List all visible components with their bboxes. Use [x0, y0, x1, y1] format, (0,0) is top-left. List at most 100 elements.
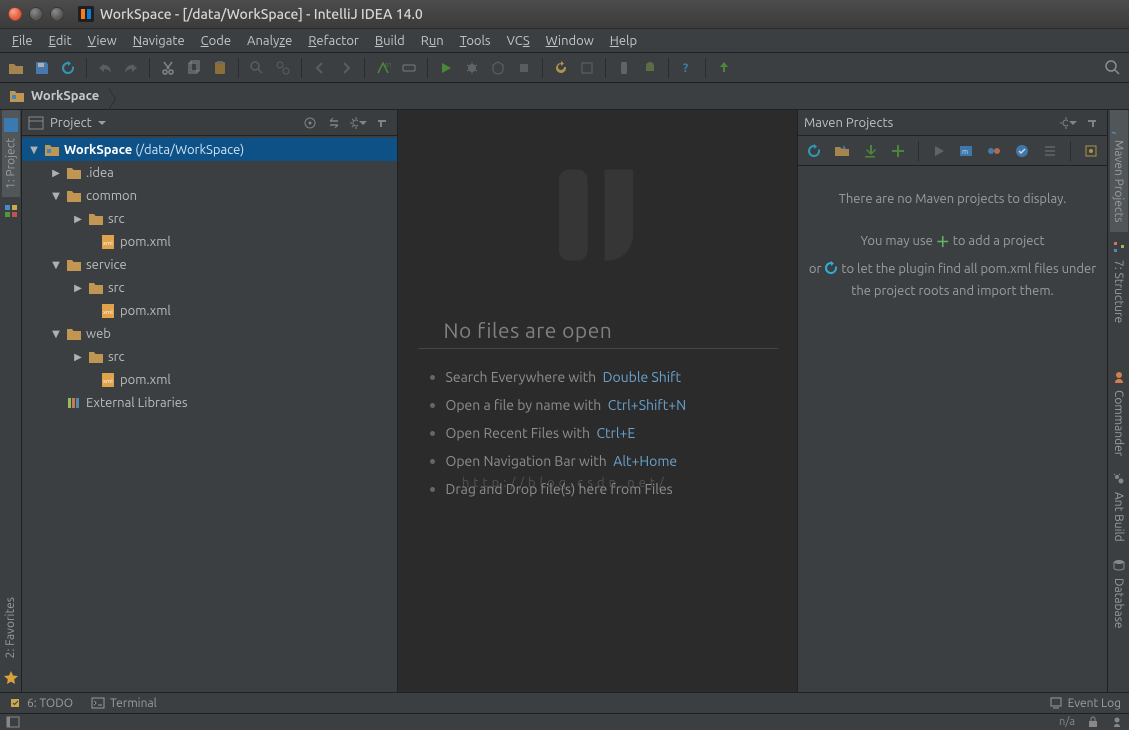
debug-button[interactable]	[460, 56, 484, 80]
tree-node-common-src[interactable]: ▶ src	[22, 207, 397, 230]
coverage-button[interactable]	[486, 56, 510, 80]
redo-button[interactable]	[119, 56, 143, 80]
no-files-panel: No files are open http://blog.csdn.net/ …	[418, 310, 778, 503]
tree-node-service[interactable]: ▼ service	[22, 253, 397, 276]
menu-window[interactable]: Window	[538, 32, 602, 50]
xml-file-icon: xml	[100, 234, 116, 250]
maven-reimport-button[interactable]	[802, 139, 826, 163]
cut-button[interactable]	[156, 56, 180, 80]
folder-icon	[88, 349, 104, 365]
project-view-icon	[28, 115, 44, 131]
window-close-button[interactable]	[8, 7, 22, 21]
tree-node-external-libs[interactable]: External Libraries	[22, 391, 397, 414]
find-button[interactable]	[245, 56, 269, 80]
update-project-button[interactable]	[549, 56, 573, 80]
synchronize-button[interactable]	[56, 56, 80, 80]
tree-node-service-pom[interactable]: xml pom.xml	[22, 299, 397, 322]
window-minimize-button[interactable]	[29, 7, 43, 21]
copy-button[interactable]	[182, 56, 206, 80]
menu-vcs[interactable]: VCS	[499, 32, 538, 50]
maven-settings-button[interactable]	[1059, 114, 1077, 132]
menu-navigate[interactable]: Navigate	[125, 32, 193, 50]
run-config-dropdown[interactable]	[397, 56, 421, 80]
tree-node-web-src[interactable]: ▶ src	[22, 345, 397, 368]
menu-edit[interactable]: Edit	[41, 32, 80, 50]
left-tool-gutter: 1: Project 2: Favorites	[0, 110, 22, 692]
commit-button[interactable]	[575, 56, 599, 80]
settings-button[interactable]	[349, 114, 367, 132]
project-tool-window: Project ▼ WorkSpace (/data/WorkSpace) ▶ …	[22, 110, 398, 692]
maven-add-button[interactable]	[886, 139, 910, 163]
menu-refactor[interactable]: Refactor	[300, 32, 367, 50]
ant-tool-tab[interactable]: Ant Build	[1110, 464, 1128, 550]
maven-toggle-offline-button[interactable]	[982, 139, 1006, 163]
tree-node-web-pom[interactable]: xml pom.xml	[22, 368, 397, 391]
maven-execute-goal-button[interactable]: m	[955, 139, 979, 163]
menu-run[interactable]: Run	[413, 32, 452, 50]
structure-tool-tab[interactable]: 7: Structure	[1110, 232, 1128, 331]
scroll-from-source-button[interactable]	[301, 114, 319, 132]
help-button[interactable]: ?	[675, 56, 699, 80]
breadcrumb-root[interactable]: WorkSpace	[5, 86, 109, 106]
inspector-icon[interactable]	[1111, 716, 1123, 728]
tree-node-idea[interactable]: ▶ .idea	[22, 161, 397, 184]
refresh-icon[interactable]	[824, 261, 838, 281]
forward-button[interactable]	[334, 56, 358, 80]
event-log-tab[interactable]: Event Log	[1049, 696, 1121, 710]
commander-tool-tab[interactable]: Commander	[1110, 362, 1128, 464]
structure-small-icon[interactable]	[3, 203, 19, 219]
plus-icon[interactable]: ＋	[936, 232, 950, 254]
make-project-button[interactable]: 01	[371, 56, 395, 80]
tree-node-service-src[interactable]: ▶ src	[22, 276, 397, 299]
todo-tool-tab[interactable]: 6: TODO	[8, 696, 73, 710]
menu-analyze[interactable]: Analyze	[239, 32, 300, 50]
project-tool-tab[interactable]: 1: Project	[2, 110, 20, 197]
open-file-button[interactable]	[4, 56, 28, 80]
update-button[interactable]	[712, 56, 736, 80]
paste-button[interactable]	[208, 56, 232, 80]
maven-tool-tab[interactable]: m Maven Projects	[1110, 110, 1128, 232]
terminal-tool-tab[interactable]: Terminal	[91, 696, 157, 710]
maven-show-deps-button[interactable]	[1038, 139, 1062, 163]
maven-collapse-button[interactable]	[1079, 139, 1103, 163]
window-titlebar: WorkSpace - [/data/WorkSpace] - IntelliJ…	[0, 0, 1129, 29]
maven-generate-sources-button[interactable]	[830, 139, 854, 163]
maven-download-button[interactable]	[858, 139, 882, 163]
database-tool-tab[interactable]: Database	[1110, 550, 1128, 637]
maven-run-button[interactable]	[927, 139, 951, 163]
structure-tab-label: 7: Structure	[1112, 260, 1125, 323]
replace-button[interactable]	[271, 56, 295, 80]
menu-view[interactable]: View	[80, 32, 125, 50]
menu-code[interactable]: Code	[193, 32, 239, 50]
window-maximize-button[interactable]	[50, 7, 64, 21]
search-everywhere-button[interactable]	[1101, 56, 1125, 80]
sdk-manager-button[interactable]	[638, 56, 662, 80]
editor-area[interactable]: No files are open http://blog.csdn.net/ …	[398, 110, 797, 692]
collapse-all-button[interactable]	[325, 114, 343, 132]
hide-button[interactable]	[373, 114, 391, 132]
avd-button[interactable]	[612, 56, 636, 80]
maven-hide-button[interactable]	[1083, 114, 1101, 132]
menu-build[interactable]: Build	[367, 32, 413, 50]
maven-skip-tests-button[interactable]	[1010, 139, 1034, 163]
tip-search-everywhere: Search Everywhere with Double Shift	[430, 363, 778, 391]
tree-node-common[interactable]: ▼ common	[22, 184, 397, 207]
favorites-tool-tab[interactable]: 2: Favorites	[2, 589, 19, 666]
stop-button[interactable]	[512, 56, 536, 80]
save-all-button[interactable]	[30, 56, 54, 80]
menu-tools[interactable]: Tools	[452, 32, 499, 50]
project-panel-title[interactable]: Project	[50, 116, 295, 130]
tool-windows-toggle-icon[interactable]	[6, 715, 20, 729]
project-tree[interactable]: ▼ WorkSpace (/data/WorkSpace) ▶ .idea ▼ …	[22, 136, 397, 692]
svg-text:m: m	[962, 148, 968, 156]
tree-node-root[interactable]: ▼ WorkSpace (/data/WorkSpace)	[22, 138, 397, 161]
maven-panel-title: Maven Projects	[804, 116, 1053, 130]
tree-node-common-pom[interactable]: xml pom.xml	[22, 230, 397, 253]
tree-node-web[interactable]: ▼ web	[22, 322, 397, 345]
back-button[interactable]	[308, 56, 332, 80]
menu-file[interactable]: File	[4, 32, 41, 50]
menu-help[interactable]: Help	[602, 32, 645, 50]
lock-icon[interactable]	[1087, 716, 1099, 728]
run-button[interactable]	[434, 56, 458, 80]
undo-button[interactable]	[93, 56, 117, 80]
